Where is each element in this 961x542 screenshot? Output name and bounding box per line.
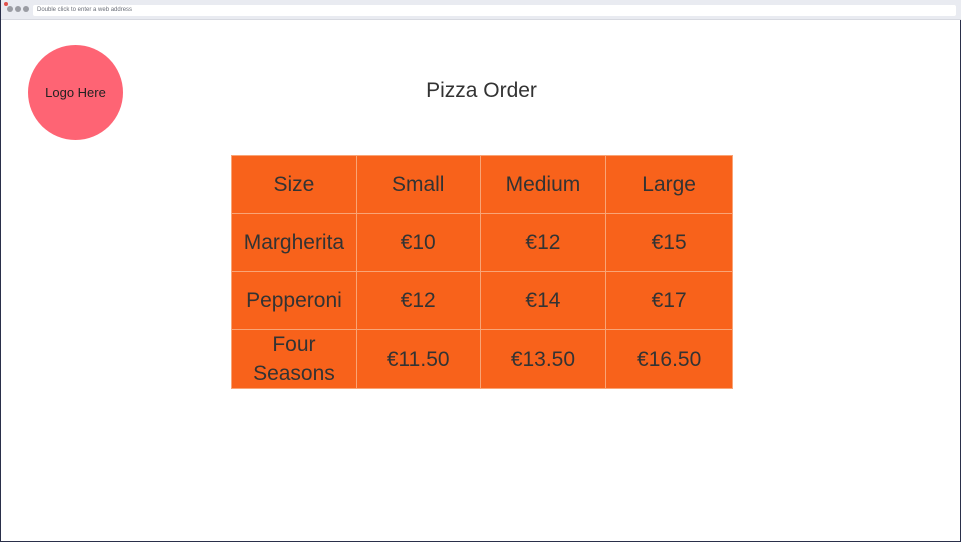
- header-cell-medium: Medium: [479, 155, 607, 214]
- price-cell-large: €17: [605, 271, 733, 330]
- window-maximize-icon[interactable]: [23, 6, 29, 12]
- price-cell-large: €15: [605, 213, 733, 272]
- page-title: Pizza Order: [426, 79, 537, 102]
- price-cell-medium: €12: [479, 213, 607, 272]
- header-cell-size: Size: [231, 155, 357, 214]
- price-cell-small: €12: [355, 271, 481, 330]
- close-indicator-icon: [4, 2, 8, 6]
- header-cell-small: Small: [355, 155, 481, 214]
- price-cell-small: €11.50: [355, 329, 481, 389]
- header-cell-large: Large: [605, 155, 733, 214]
- window-close-icon[interactable]: [7, 6, 13, 12]
- price-cell-large: €16.50: [605, 329, 733, 389]
- browser-toolbar: Double click to enter a web address: [1, 0, 961, 20]
- price-cell-small: €10: [355, 213, 481, 272]
- pizza-name-cell: Four Seasons: [231, 329, 357, 389]
- address-bar[interactable]: Double click to enter a web address: [33, 5, 956, 16]
- table-row: Margherita €10 €12 €15: [231, 213, 733, 272]
- browser-window: Double click to enter a web address Logo…: [0, 0, 961, 542]
- table-header-row: Size Small Medium Large: [231, 155, 733, 214]
- window-minimize-icon[interactable]: [15, 6, 21, 12]
- pizza-name-cell: Pepperoni: [231, 271, 357, 330]
- table-row: Four Seasons €11.50 €13.50 €16.50: [231, 329, 733, 389]
- price-cell-medium: €14: [479, 271, 607, 330]
- table-row: Pepperoni €12 €14 €17: [231, 271, 733, 330]
- pizza-price-table: Size Small Medium Large Margherita €10 €…: [231, 155, 733, 389]
- pizza-name-cell: Margherita: [231, 213, 357, 272]
- price-cell-medium: €13.50: [479, 329, 607, 389]
